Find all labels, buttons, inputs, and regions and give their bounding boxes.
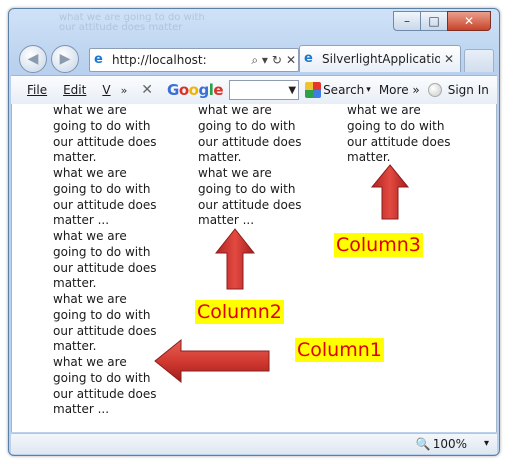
arrow-up-column3 (370, 164, 410, 220)
faded-title-text: what we are going to do with our attitud… (59, 13, 205, 33)
annotation-label-column3: Column3 (334, 233, 423, 257)
google-search-button[interactable]: Search ▾ (305, 82, 371, 98)
search-dropdown-icon[interactable]: ⌕ ▾ (251, 53, 268, 68)
search-label: Search (323, 83, 365, 97)
back-arrow-icon: ◀ (27, 51, 39, 67)
search-dropdown-arrow-icon[interactable]: ▾ (366, 85, 371, 95)
more-button[interactable]: More » (379, 83, 420, 97)
zoom-control[interactable]: 🔍 100% (416, 437, 467, 451)
stop-icon[interactable]: ✕ (286, 53, 296, 67)
arrow-left-column1 (154, 338, 270, 384)
zoom-level: 100% (432, 437, 467, 451)
window-controls: – □ ✕ (393, 11, 491, 31)
minimize-button[interactable]: – (393, 11, 420, 31)
menu-file[interactable]: File (27, 83, 47, 97)
browser-tab[interactable]: e SilverlightApplication9 ✕ (299, 45, 461, 72)
refresh-icon[interactable]: ↻ (272, 53, 282, 67)
address-text[interactable]: http://localhost: (112, 53, 249, 67)
google-search-input[interactable]: ▼ (229, 80, 300, 100)
menu-edit[interactable]: Edit (63, 83, 86, 97)
status-bar: 🔍 100% ▾ (11, 433, 497, 454)
ie-page-icon: e (94, 52, 103, 67)
title-bar: what we are going to do with our attitud… (9, 9, 499, 39)
magnifier-icon: 🔍 (415, 437, 431, 451)
menu-view[interactable]: V (102, 83, 110, 97)
annotation-label-column2: Column2 (195, 300, 284, 324)
zoom-dropdown-icon[interactable]: ▾ (484, 438, 489, 449)
command-bar: File Edit V » ✕ Google ▼ Search ▾ More »… (11, 75, 497, 105)
address-bar[interactable]: e http://localhost: ⌕ ▾ ↻ ✕ (89, 48, 299, 72)
new-tab-button[interactable] (464, 49, 494, 72)
toolbar-close-icon[interactable]: ✕ (141, 82, 153, 98)
google-search-icon (305, 82, 322, 98)
annotation-label-column1: Column1 (295, 338, 384, 362)
navigation-row: ◀ ▶ e http://localhost: ⌕ ▾ ↻ ✕ e Silver… (9, 41, 499, 75)
text-column-2: what we are going to do with our attitud… (198, 104, 302, 228)
tab-title: SilverlightApplication9 (322, 52, 440, 66)
forward-arrow-icon: ▶ (59, 51, 71, 67)
back-button[interactable]: ◀ (19, 45, 47, 73)
forward-button[interactable]: ▶ (51, 45, 79, 73)
arrow-up-column2 (214, 228, 256, 290)
signin-icon (427, 83, 442, 97)
tab-ie-icon: e (304, 51, 313, 66)
maximize-button[interactable]: □ (420, 11, 447, 31)
text-column-3: what we are going to do with our attitud… (347, 104, 451, 165)
signin-button[interactable]: Sign In (448, 83, 489, 97)
menu-overflow-icon[interactable]: » (121, 84, 128, 97)
text-column-1: what we are going to do with our attitud… (53, 104, 157, 417)
tab-close-icon[interactable]: ✕ (444, 52, 454, 66)
search-history-dropdown-icon[interactable]: ▼ (288, 85, 296, 96)
google-logo: Google (167, 81, 224, 99)
close-button[interactable]: ✕ (447, 11, 491, 31)
